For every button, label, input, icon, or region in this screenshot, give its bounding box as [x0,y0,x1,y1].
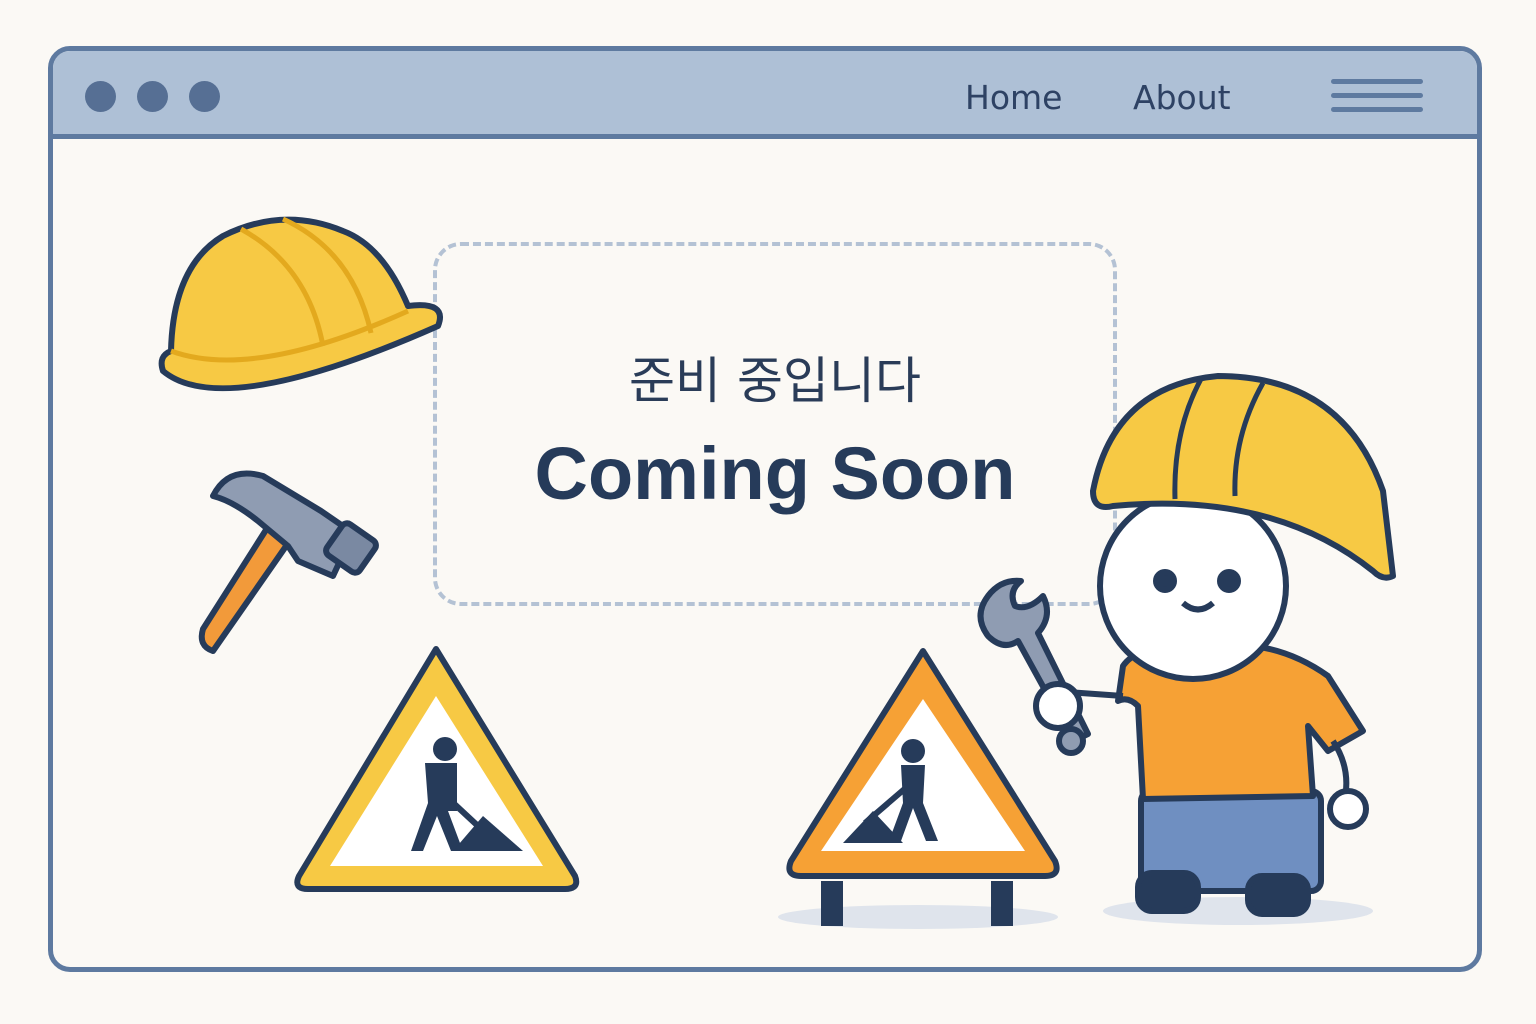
hammer-icon [198,470,379,654]
wrench-icon [977,577,1091,756]
worker-character [1052,373,1396,925]
warning-sign-icon [294,646,580,892]
browser-window: Home About 준비 중입니다 Coming Soon [48,46,1482,972]
illustrations [158,216,1396,929]
hard-hat-icon [158,216,443,392]
barrier-sign-icon [778,648,1060,929]
